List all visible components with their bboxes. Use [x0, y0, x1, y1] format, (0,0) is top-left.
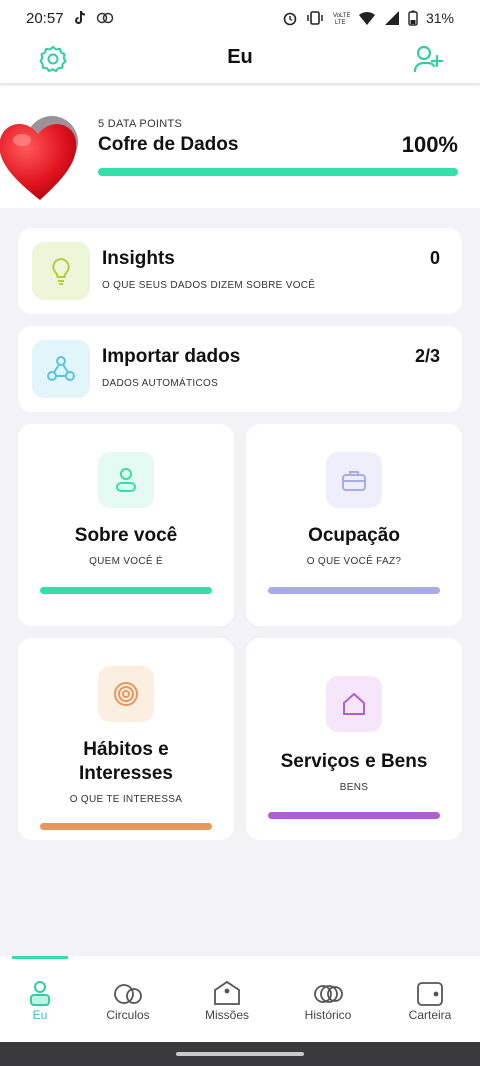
- system-navigation-bar: [0, 1042, 480, 1066]
- services-title: Serviços e Bens: [280, 751, 428, 772]
- volte-icon: VoLTELTE: [333, 13, 350, 26]
- nav-label-missoes: Missões: [204, 1008, 249, 1022]
- avatar: [0, 116, 78, 200]
- habits-subtitle: O QUE TE INTERESSA: [69, 794, 183, 805]
- occupation-card[interactable]: Ocupação O QUE VOCÊ FAZ?: [246, 424, 462, 626]
- services-goods-card[interactable]: Serviços e Bens BENS: [246, 638, 462, 840]
- nav-label-eu: Eu: [32, 1008, 48, 1022]
- import-count: 2/3: [414, 346, 440, 366]
- status-bar: 20:57 VoLTE LTE 31%: [0, 0, 480, 36]
- nav-label-circulos: Circulos: [106, 1008, 150, 1022]
- habits-title-line1: Hábitos e: [83, 739, 169, 760]
- home-gesture-pill[interactable]: [176, 1052, 304, 1056]
- svg-text:VoLTE: VoLTE: [333, 13, 350, 19]
- vault-progress-bar: [98, 168, 458, 176]
- history-icon: [314, 985, 343, 1003]
- lightbulb-icon: [32, 242, 90, 300]
- occupation-bar: [268, 587, 440, 594]
- about-you-subtitle: QUEM VOCÊ É: [89, 556, 163, 567]
- app-header: Eu: [0, 36, 480, 84]
- wallet-icon: [417, 982, 443, 1006]
- missions-icon: [214, 980, 240, 1005]
- habits-title-line2: Interesses: [78, 763, 173, 784]
- services-bar: [268, 812, 440, 819]
- nav-label-historico: Histórico: [304, 1008, 352, 1022]
- add-user-icon[interactable]: [412, 44, 444, 74]
- nav-item-historico[interactable]: Histórico: [280, 956, 376, 1042]
- vault-percent: 100%: [401, 132, 458, 157]
- status-time: 20:57: [26, 9, 64, 27]
- signal-icon: [384, 11, 399, 25]
- page-title: Eu: [227, 46, 253, 68]
- tiktok-icon: [74, 10, 85, 24]
- vault-progress-fill: [98, 168, 458, 176]
- house-icon: [326, 676, 382, 732]
- nav-label-carteira: Carteira: [408, 1008, 452, 1022]
- about-you-card[interactable]: Sobre você QUEM VOCÊ É: [18, 424, 234, 626]
- vault-title: Cofre de Dados: [98, 134, 239, 155]
- data-points-label: 5 DATA POINTS: [98, 118, 183, 130]
- data-vault-card[interactable]: 5 DATA POINTS Cofre de Dados 100%: [0, 86, 480, 208]
- battery-percent: 31%: [425, 10, 454, 26]
- import-data-card[interactable]: Importar dados DADOS AUTOMÁTICOS 2/3: [18, 326, 462, 412]
- nav-item-circulos[interactable]: Circulos: [80, 956, 176, 1042]
- briefcase-icon: [326, 452, 382, 508]
- services-subtitle: BENS: [339, 782, 369, 793]
- svg-text:LTE: LTE: [335, 20, 346, 26]
- import-title: Importar dados: [102, 346, 241, 367]
- nav-item-eu[interactable]: Eu: [0, 956, 88, 1042]
- insights-subtitle: O QUE SEUS DADOS DIZEM SOBRE VOCÊ: [102, 280, 316, 291]
- circles-icon: [114, 984, 142, 1004]
- nav-item-carteira[interactable]: Carteira: [382, 956, 478, 1042]
- battery-icon: [408, 10, 418, 26]
- insights-title: Insights: [102, 248, 175, 269]
- import-subtitle: DADOS AUTOMÁTICOS: [102, 378, 219, 389]
- habits-bar: [40, 823, 212, 830]
- notification-icon: [96, 12, 113, 24]
- nav-active-indicator: [12, 956, 68, 959]
- habits-interests-card[interactable]: Hábitos e Interesses O QUE TE INTERESSA: [18, 638, 234, 840]
- wifi-icon: [358, 11, 375, 25]
- alarm-icon: [283, 12, 297, 26]
- insights-count: 0: [429, 248, 440, 268]
- about-you-bar: [40, 587, 212, 594]
- vibrate-icon: [307, 11, 323, 25]
- insights-card[interactable]: Insights O QUE SEUS DADOS DIZEM SOBRE VO…: [18, 228, 462, 314]
- occupation-subtitle: O QUE VOCÊ FAZ?: [306, 556, 402, 567]
- network-icon: [32, 340, 90, 398]
- nav-item-missoes[interactable]: Missões: [179, 956, 275, 1042]
- bottom-navigation: Eu Circulos Missões Histórico Carteira: [0, 956, 480, 1042]
- occupation-title: Ocupação: [308, 525, 400, 546]
- person-icon: [98, 452, 154, 508]
- target-icon: [98, 666, 154, 722]
- about-you-title: Sobre você: [74, 525, 178, 546]
- person-icon: [30, 981, 50, 1006]
